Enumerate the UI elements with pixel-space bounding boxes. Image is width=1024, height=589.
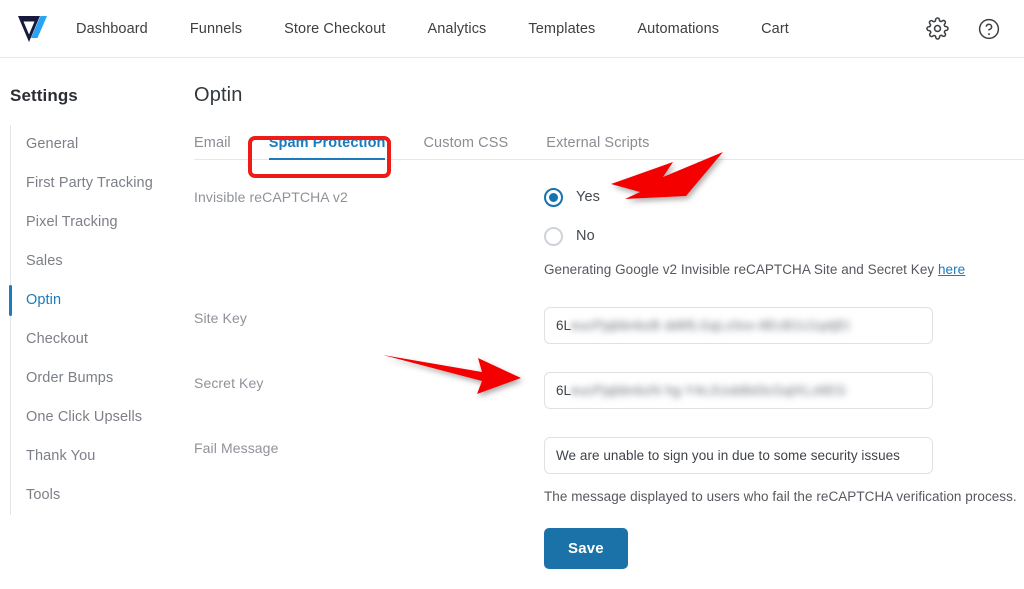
radio-no-indicator[interactable]	[544, 227, 563, 246]
fail-message-row: Fail Message The message displayed to us…	[194, 437, 1024, 569]
recaptcha-label: Invisible reCAPTCHA v2	[194, 186, 544, 205]
sidebar-item-sales[interactable]: Sales	[11, 242, 190, 281]
nav-link-store-checkout[interactable]: Store Checkout	[284, 15, 385, 43]
page-title: Optin	[194, 84, 1024, 107]
save-button[interactable]: Save	[544, 528, 628, 569]
secret-key-field-wrap: 6L eucPjqbbnbzN hg-Y4cJUubBd3cGqlXLz6EG	[544, 372, 1024, 409]
sidebar-title: Settings	[0, 86, 190, 106]
radio-yes-label: Yes	[576, 189, 600, 205]
nav-link-templates[interactable]: Templates	[528, 15, 595, 43]
funnelkit-logo[interactable]	[16, 12, 58, 46]
radio-no-label: No	[576, 228, 595, 244]
nav-link-funnels[interactable]: Funnels	[190, 15, 242, 43]
radio-option-no[interactable]: No	[544, 225, 1024, 247]
site-key-field-wrap: 6L eucPjqbbnbzB dd6fLGqLc0ov-8EcB1U1q4jE…	[544, 307, 1024, 344]
tab-custom-css[interactable]: Custom CSS	[423, 135, 508, 159]
secret-key-row: Secret Key 6L eucPjqbbnbzN hg-Y4cJUubBd3…	[194, 372, 1024, 409]
settings-main-panel: Optin Email Spam Protection Custom CSS E…	[190, 58, 1024, 589]
fail-message-helper-text: The message displayed to users who fail …	[544, 489, 1024, 504]
gear-icon[interactable]	[924, 16, 950, 42]
secret-key-value-redacted: eucPjqbbnbzN hg-Y4cJUubBd3cGqlXLz6EG	[571, 383, 921, 398]
fail-message-input[interactable]	[544, 437, 933, 474]
sidebar-item-checkout[interactable]: Checkout	[11, 320, 190, 359]
spam-protection-form: Invisible reCAPTCHA v2 Yes No Generating…	[194, 160, 1024, 569]
recaptcha-options: Yes No Generating Google v2 Invisible re…	[544, 186, 1024, 277]
nav-link-analytics[interactable]: Analytics	[427, 15, 486, 43]
nav-link-cart[interactable]: Cart	[761, 15, 789, 43]
sidebar-item-one-click-upsells[interactable]: One Click Upsells	[11, 398, 190, 437]
nav-link-dashboard[interactable]: Dashboard	[76, 15, 148, 43]
recaptcha-helper-link[interactable]: here	[938, 262, 965, 277]
radio-yes-indicator[interactable]	[544, 188, 563, 207]
secret-key-label: Secret Key	[194, 372, 544, 391]
recaptcha-row: Invisible reCAPTCHA v2 Yes No Generating…	[194, 186, 1024, 277]
nav-link-automations[interactable]: Automations	[637, 15, 719, 43]
sidebar-item-pixel-tracking[interactable]: Pixel Tracking	[11, 203, 190, 242]
sidebar-item-list: General First Party Tracking Pixel Track…	[10, 125, 190, 515]
nav-actions	[924, 16, 1002, 42]
sidebar-item-optin[interactable]: Optin	[11, 281, 190, 320]
sidebar-item-order-bumps[interactable]: Order Bumps	[11, 359, 190, 398]
site-key-value-redacted: eucPjqbbnbzB dd6fLGqLc0ov-8EcB1U1q4jEt	[571, 318, 921, 333]
sidebar-item-first-party-tracking[interactable]: First Party Tracking	[11, 164, 190, 203]
recaptcha-helper-prefix: Generating Google v2 Invisible reCAPTCHA…	[544, 262, 938, 277]
site-key-value-prefix: 6L	[556, 318, 571, 333]
fail-message-field-wrap: The message displayed to users who fail …	[544, 437, 1024, 569]
tab-external-scripts[interactable]: External Scripts	[546, 135, 649, 159]
site-key-row: Site Key 6L eucPjqbbnbzB dd6fLGqLc0ov-8E…	[194, 307, 1024, 344]
settings-tab-bar: Email Spam Protection Custom CSS Externa…	[194, 129, 1024, 160]
question-circle-icon[interactable]	[976, 16, 1002, 42]
page-body: Settings General First Party Tracking Pi…	[0, 58, 1024, 589]
primary-nav-links: Dashboard Funnels Store Checkout Analyti…	[76, 15, 924, 43]
secret-key-input[interactable]: 6L eucPjqbbnbzN hg-Y4cJUubBd3cGqlXLz6EG	[544, 372, 933, 409]
tab-email[interactable]: Email	[194, 135, 231, 159]
secret-key-value-prefix: 6L	[556, 383, 571, 398]
fail-message-label: Fail Message	[194, 437, 544, 456]
sidebar-item-general[interactable]: General	[11, 125, 190, 164]
sidebar-item-tools[interactable]: Tools	[11, 476, 190, 515]
recaptcha-helper-text: Generating Google v2 Invisible reCAPTCHA…	[544, 262, 1024, 277]
tab-spam-protection[interactable]: Spam Protection	[269, 135, 386, 159]
site-key-input[interactable]: 6L eucPjqbbnbzB dd6fLGqLc0ov-8EcB1U1q4jE…	[544, 307, 933, 344]
radio-option-yes[interactable]: Yes	[544, 186, 1024, 208]
settings-sidebar: Settings General First Party Tracking Pi…	[0, 58, 190, 589]
site-key-label: Site Key	[194, 307, 544, 326]
top-navigation-bar: Dashboard Funnels Store Checkout Analyti…	[0, 0, 1024, 58]
sidebar-item-thank-you[interactable]: Thank You	[11, 437, 190, 476]
